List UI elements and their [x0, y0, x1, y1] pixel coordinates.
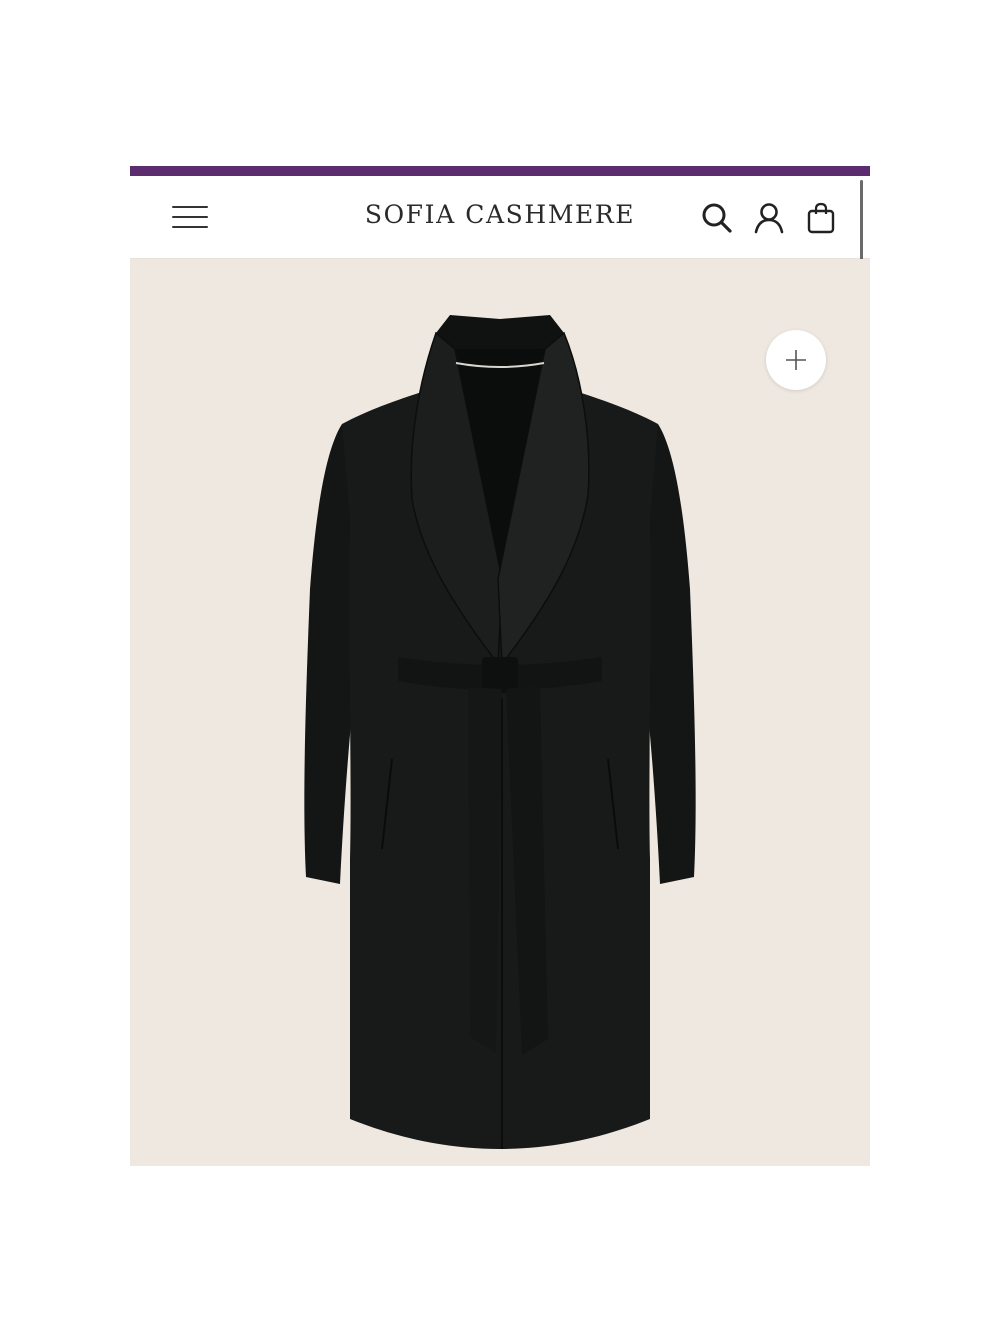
search-button[interactable] [698, 199, 736, 237]
plus-icon [786, 350, 806, 370]
cart-button[interactable] [802, 199, 840, 237]
top-accent-bar [130, 166, 870, 176]
product-image[interactable] [130, 259, 870, 1166]
search-icon [702, 203, 732, 233]
zoom-button[interactable] [766, 330, 826, 390]
mobile-page-frame: SOFIA CASHMERE [130, 166, 870, 1166]
account-button[interactable] [750, 199, 788, 237]
site-header: SOFIA CASHMERE [130, 176, 870, 292]
account-icon [754, 203, 784, 234]
header-actions [698, 198, 840, 238]
shopping-bag-icon [807, 202, 835, 234]
product-image-area [130, 259, 870, 1166]
